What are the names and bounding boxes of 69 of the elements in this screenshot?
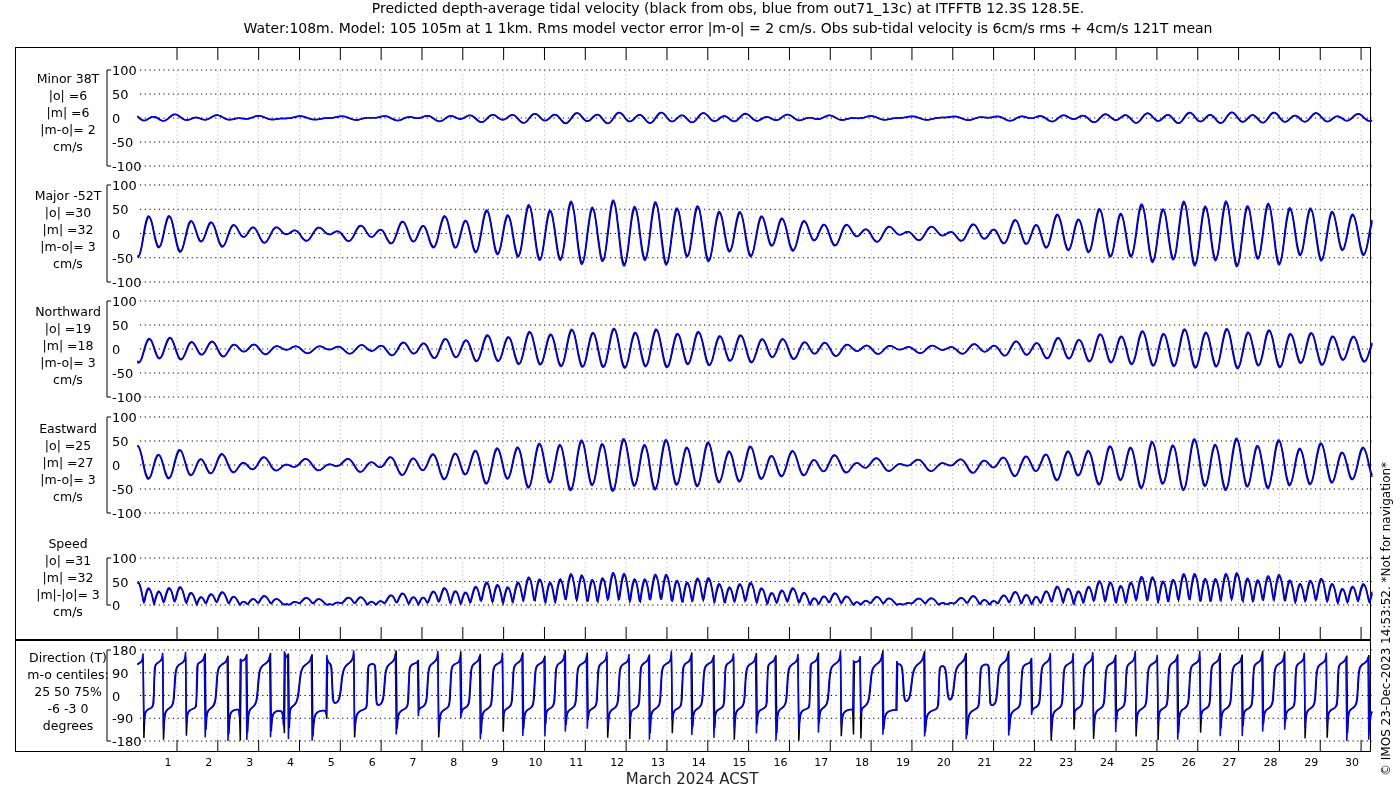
day-label: 26: [1181, 756, 1196, 769]
y-tick-label: 100: [112, 551, 137, 566]
day-label: 5: [327, 756, 335, 769]
day-label: 28: [1263, 756, 1278, 769]
y-tick-label: 100: [112, 410, 137, 425]
y-tick-label: -100: [112, 506, 142, 521]
y-tick-label: 0: [112, 226, 121, 242]
day-label: 2: [205, 756, 213, 769]
day-label: 13: [650, 756, 665, 769]
day-label: 27: [1222, 756, 1237, 769]
day-label: 22: [1018, 756, 1033, 769]
y-tick-label: 0: [112, 111, 121, 126]
y-tick-label: -180: [112, 734, 142, 749]
y-tick-label: -100: [112, 390, 142, 405]
credit-text: © IMOS 23-Dec-2023 14:53:52. *Not for navigation*: [1379, 461, 1393, 776]
day-label: 24: [1100, 756, 1115, 769]
panel-label: Minor 38T |o| =6 |m| =6 |m-o|= 2 cm/s: [36, 71, 100, 154]
panel-label: Direction (T) m-o centiles: 25 50 75% -6 -3 0 degrees: [27, 650, 109, 733]
day-label: 7: [409, 756, 417, 769]
day-label: 1: [164, 756, 172, 769]
panel-label: Speed |o| =31 |m| =32 |m|-|o|= 3 cm/s: [36, 536, 100, 619]
day-label: 23: [1059, 756, 1074, 769]
day-label: 4: [287, 756, 294, 769]
y-tick-label: -50: [112, 366, 134, 381]
day-label: 12: [610, 756, 625, 769]
day-label: 6: [368, 756, 376, 769]
y-axis-line: [106, 557, 112, 606]
day-label: 30: [1345, 756, 1360, 769]
y-tick-label: -100: [112, 275, 142, 290]
y-tick-label: -100: [112, 159, 142, 174]
day-label: 25: [1140, 756, 1155, 769]
y-tick-label: 0: [112, 598, 121, 613]
x-axis-title: March 2024 ACST: [625, 770, 759, 788]
y-tick-label: 180: [112, 643, 137, 658]
panel-label: Eastward |o| =25 |m| =27 |m-o|= 3 cm/s: [39, 421, 97, 504]
y-tick-label: 50: [112, 318, 129, 333]
day-label: 3: [246, 756, 254, 769]
y-tick-label: -50: [112, 482, 134, 497]
y-tick-label: -90: [112, 711, 134, 727]
chart-title: Water:108m. Model: 105 105m at 1 1km. Rms model vector error |m-o| = 2 cm/s. Obs sub-tidal velocity is 6cm/s rms + 4cm/s 121T mean: [243, 20, 1213, 36]
y-tick-label: 100: [112, 294, 137, 309]
panel-label: Major -52T |o| =30 |m| =32 |m-o|= 3 cm/s: [34, 188, 102, 271]
day-label: 9: [491, 756, 499, 769]
day-label: 10: [528, 756, 543, 769]
y-tick-label: 50: [112, 202, 129, 218]
chart-title: Predicted depth-average tidal velocity (black from obs, blue from out71_13c) at ITFFTB 12.3S 128.5E.: [371, 0, 1085, 16]
day-label: 15: [732, 756, 747, 769]
day-label: 8: [450, 756, 458, 769]
y-tick-label: 0: [112, 688, 121, 704]
day-label: 21: [977, 756, 992, 769]
y-tick-label: 50: [112, 434, 129, 449]
day-label: 20: [936, 756, 951, 769]
y-tick-label: 100: [112, 63, 137, 78]
y-tick-label: 100: [112, 178, 137, 193]
y-tick-label: 50: [112, 87, 129, 102]
day-label: 17: [814, 756, 829, 769]
day-label: 14: [691, 756, 706, 769]
day-label: 11: [569, 756, 584, 769]
y-tick-label: 50: [112, 574, 129, 590]
day-label: 29: [1304, 756, 1319, 769]
y-tick-label: -50: [112, 135, 134, 150]
y-tick-label: 0: [112, 342, 121, 357]
day-label: 16: [773, 756, 788, 769]
day-label: 19: [895, 756, 910, 769]
day-label: 18: [855, 756, 870, 769]
y-tick-label: -50: [112, 250, 134, 266]
y-tick-label: 90: [112, 665, 129, 681]
panel-label: Northward |o| =19 |m| =18 |m-o|= 3 cm/s: [35, 304, 101, 387]
y-tick-label: 0: [112, 458, 121, 473]
